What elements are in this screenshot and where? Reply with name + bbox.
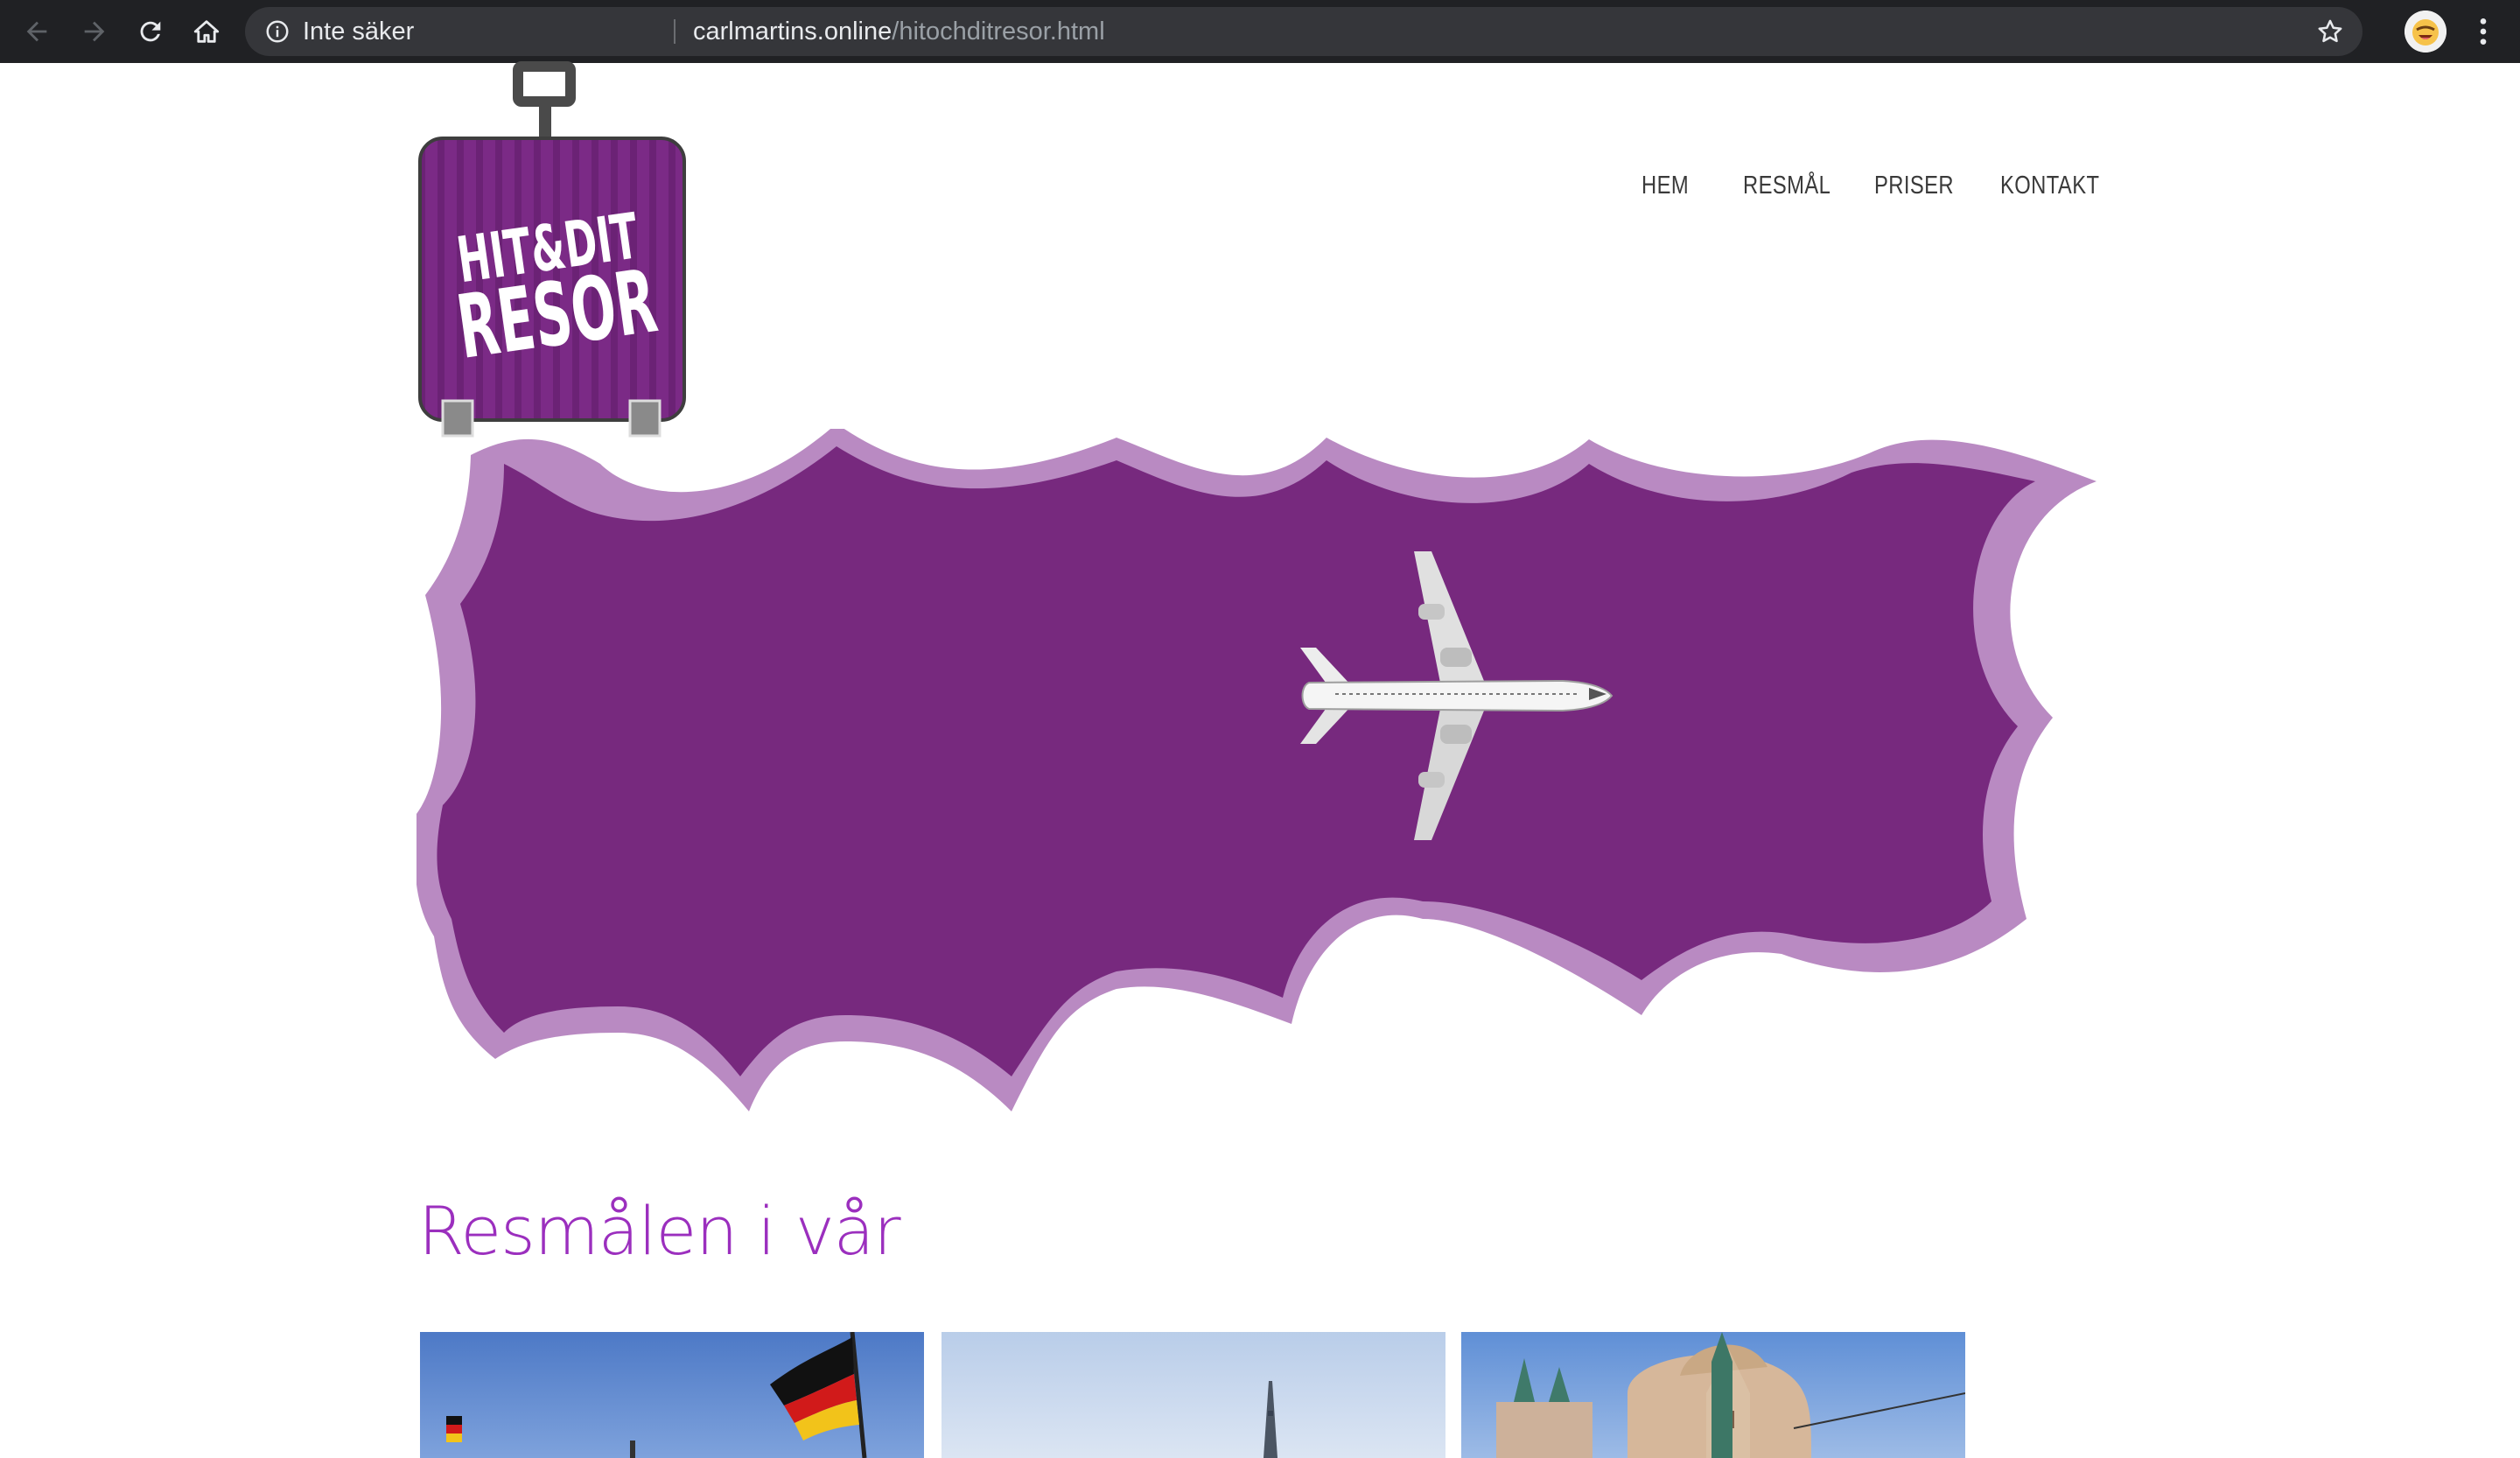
destination-thumb-paris[interactable] [942, 1332, 1446, 1458]
address-bar[interactable]: Inte säker carlmartins.online/hitochditr… [245, 7, 2362, 56]
url-path: /hitochditresor.html [892, 18, 1105, 46]
info-icon[interactable] [264, 18, 290, 45]
german-flag-photo [420, 1332, 924, 1458]
back-button[interactable] [14, 9, 60, 54]
logo-text: HIT&DIT RESOR [452, 200, 663, 379]
section-title: Resmålen i vår [418, 1192, 901, 1270]
browser-toolbar: Inte säker carlmartins.online/hitochditr… [0, 0, 2520, 63]
home-icon [193, 20, 220, 43]
eiffel-tower-photo [942, 1332, 1446, 1458]
home-button[interactable] [184, 9, 229, 54]
arrow-right-icon [84, 21, 105, 42]
more-menu-icon[interactable] [2466, 12, 2501, 51]
nav-item-priser[interactable]: PRISER [1874, 172, 1954, 200]
hero-banner [416, 429, 2096, 1111]
forward-button[interactable] [72, 9, 117, 54]
url-text[interactable]: carlmartins.online/hitochditresor.html [693, 7, 1105, 56]
bookmark-star-icon[interactable] [2315, 17, 2345, 46]
reload-icon [140, 21, 161, 42]
destination-thumb-germany[interactable] [420, 1332, 924, 1458]
smiley-avatar-icon [2404, 11, 2446, 53]
suitcase-handle [513, 61, 576, 107]
profile-avatar[interactable] [2404, 11, 2446, 53]
nav-item-resmal[interactable]: RESMÅL [1743, 172, 1830, 200]
reload-button[interactable] [128, 9, 173, 54]
city-hall-photo [1461, 1332, 1965, 1458]
address-divider [674, 19, 676, 44]
site-logo[interactable]: HIT&DIT RESOR [418, 61, 686, 438]
nav-item-hem[interactable]: HEM [1642, 172, 1689, 200]
nav-item-kontakt[interactable]: KONTAKT [2000, 172, 2099, 200]
security-label[interactable]: Inte säker [303, 7, 414, 56]
destination-thumb-city-hall[interactable] [1461, 1332, 1965, 1458]
arrow-left-icon [26, 21, 47, 42]
url-domain: carlmartins.online [693, 18, 892, 46]
